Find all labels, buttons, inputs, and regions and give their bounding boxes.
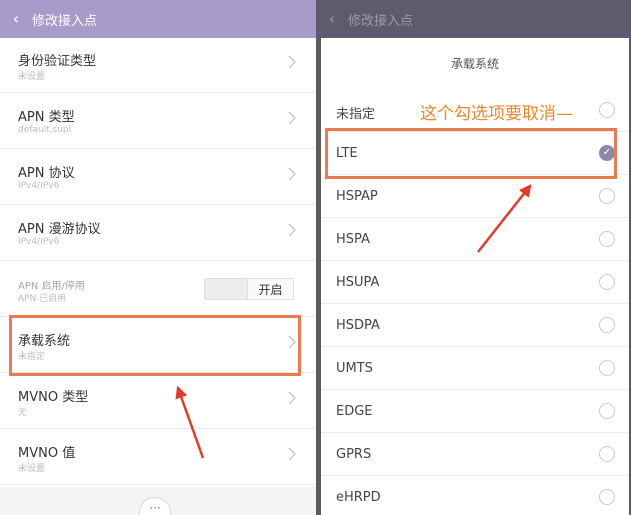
option-label: HSDPA [336, 318, 380, 333]
radio-button[interactable] [599, 317, 615, 333]
setting-value: IPv4/IPv6 [18, 181, 60, 191]
bearer-dialog-screen: ‹ 修改接入点 承载系统 未指定 LTE ✓ HSPAP HSPA HSUPA … [316, 0, 631, 515]
apn-enable-toggle[interactable]: 开启 [204, 278, 294, 300]
setting-auth-type[interactable]: 身份验证类型 未设置 [0, 38, 316, 93]
option-label: UMTS [336, 361, 373, 376]
highlight-box-bearer-setting [9, 315, 301, 376]
setting-title: APN 协议 [18, 166, 75, 181]
back-chevron-icon: ‹ [328, 9, 336, 28]
chevron-right-icon [288, 223, 296, 237]
chevron-right-icon [288, 55, 296, 69]
option-label: 未指定 [336, 107, 376, 122]
header-bar-dimmed: ‹ 修改接入点 [316, 0, 631, 38]
bearer-option[interactable]: HSDPA [321, 304, 629, 347]
chevron-right-icon [288, 111, 296, 125]
radio-button[interactable] [599, 360, 615, 376]
radio-button[interactable] [599, 102, 615, 118]
setting-title: APN 漫游协议 [18, 222, 101, 237]
setting-value: 未设置 [18, 464, 46, 474]
option-label: GPRS [336, 447, 372, 462]
setting-mvno-value[interactable]: MVNO 值 未设置 [0, 430, 316, 485]
setting-apn-type[interactable]: APN 类型 default,supl [0, 94, 316, 149]
page-title: 修改接入点 [32, 13, 98, 29]
option-label: HSPAP [336, 189, 378, 204]
setting-apn-protocol[interactable]: APN 协议 IPv4/IPv6 [0, 150, 316, 205]
bearer-option[interactable]: HSUPA [321, 261, 629, 304]
radio-button[interactable] [599, 188, 615, 204]
option-label: EDGE [336, 404, 373, 419]
setting-value: APN 已启用 [18, 294, 67, 304]
header-bar: ‹ 修改接入点 [0, 0, 316, 38]
option-label: HSUPA [336, 275, 380, 290]
bearer-option[interactable]: eHRPD [321, 476, 629, 515]
radio-button[interactable] [599, 489, 615, 505]
setting-value: IPv4/IPv6 [18, 237, 60, 247]
chevron-right-icon [288, 167, 296, 181]
setting-value: 无 [18, 408, 28, 418]
annotation-text: 这个勾选项要取消— [420, 104, 573, 124]
highlight-box-lte-option [325, 128, 617, 179]
setting-title: 身份验证类型 [18, 54, 97, 69]
radio-button[interactable] [599, 446, 615, 462]
bearer-option[interactable]: GPRS [321, 433, 629, 476]
option-label: eHRPD [336, 490, 381, 505]
setting-title: MVNO 值 [18, 446, 76, 461]
setting-title: APN 启用/停用 [18, 281, 85, 292]
radio-button[interactable] [599, 274, 615, 290]
setting-apn-roaming-protocol[interactable]: APN 漫游协议 IPv4/IPv6 [0, 206, 316, 261]
dialog-title: 承载系统 [450, 57, 499, 71]
bearer-option[interactable]: HSPAP [321, 175, 629, 218]
radio-button[interactable] [599, 231, 615, 247]
setting-apn-enable: APN 启用/停用 APN 已启用 开启 [0, 262, 316, 317]
chevron-right-icon [288, 391, 296, 405]
radio-button[interactable] [599, 403, 615, 419]
back-chevron-icon[interactable]: ‹ [0, 11, 32, 27]
page-title: 修改接入点 [348, 13, 414, 29]
setting-mvno-type[interactable]: MVNO 类型 无 [0, 374, 316, 429]
bearer-option[interactable]: EDGE [321, 390, 629, 433]
option-label: HSPA [336, 232, 370, 247]
setting-title: MVNO 类型 [18, 390, 89, 405]
setting-title: APN 类型 [18, 110, 75, 125]
apn-settings-screen: ‹ 修改接入点 身份验证类型 未设置 APN 类型 default,supl A… [0, 0, 316, 515]
bearer-option[interactable]: HSPA [321, 218, 629, 261]
setting-value: 未设置 [18, 72, 46, 82]
setting-value: default,supl [18, 125, 72, 135]
chevron-right-icon [288, 447, 296, 461]
toggle-label: 开启 [247, 279, 293, 299]
bearer-option[interactable]: UMTS [321, 347, 629, 390]
